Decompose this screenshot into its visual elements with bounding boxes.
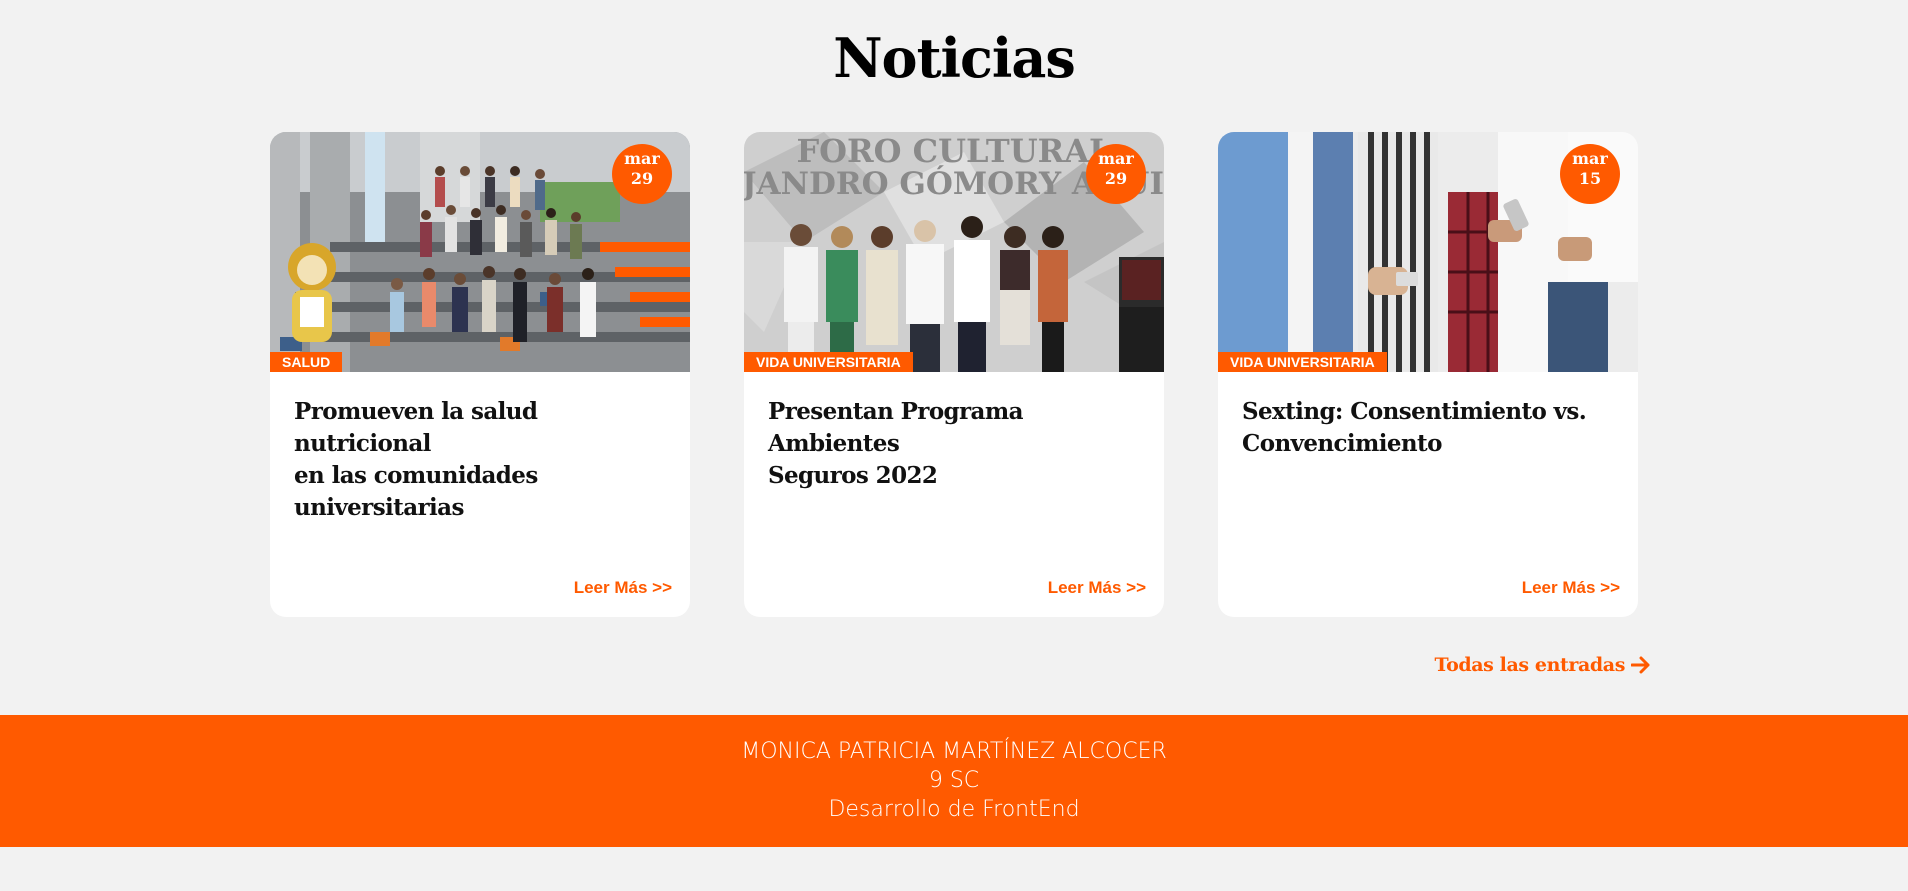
date-day: 29 [1104,169,1128,188]
category-tag[interactable]: VIDA UNIVERSITARIA [744,352,913,372]
date-day: 15 [1578,169,1602,188]
news-cards: mar 29 SALUD Promueven la salud nutricio… [270,132,1638,617]
news-card[interactable]: mar 15 VIDA UNIVERSITARIA Sexting: Conse… [1218,132,1638,617]
date-day: 29 [630,169,654,188]
venue-sign-line1: FORO CULTURAL [796,132,1111,170]
date-badge: mar 29 [612,144,672,204]
date-month: mar [624,149,660,168]
date-month: mar [1098,149,1134,168]
all-entries-link[interactable]: Todas las entradas [1435,654,1651,676]
card-title[interactable]: Presentan Programa Ambientes Seguros 202… [768,396,1146,492]
news-card[interactable]: mar 29 SALUD Promueven la salud nutricio… [270,132,690,617]
news-image[interactable]: FORO CULTURAL ALEJANDRO GÓMORY AGUILAR m… [744,132,1164,372]
read-more-link[interactable]: Leer Más >> [1048,578,1146,598]
footer-author: MONICA PATRICIA MARTÍNEZ ALCOCER [741,739,1167,764]
date-badge: mar 15 [1560,144,1620,204]
footer-group: 9 SC [928,768,980,793]
card-title[interactable]: Promueven la salud nutricional en las co… [294,396,672,524]
card-title[interactable]: Sexting: Consentimiento vs. Convencimien… [1242,396,1620,460]
read-more-link[interactable]: Leer Más >> [1522,578,1620,598]
news-card[interactable]: FORO CULTURAL ALEJANDRO GÓMORY AGUILAR m… [744,132,1164,617]
category-tag[interactable]: SALUD [270,352,343,372]
read-more-link[interactable]: Leer Más >> [574,578,672,598]
footer: MONICA PATRICIA MARTÍNEZ ALCOCER 9 SC De… [0,715,1908,847]
news-image[interactable]: mar 29 SALUD [270,132,690,372]
page-title: Noticias [833,26,1076,90]
arrow-right-icon [1631,656,1651,674]
footer-course: Desarrollo de FrontEnd [828,797,1080,822]
all-entries-label: Todas las entradas [1434,654,1626,676]
date-month: mar [1572,149,1608,168]
category-tag[interactable]: VIDA UNIVERSITARIA [1218,352,1387,372]
news-image[interactable]: mar 15 VIDA UNIVERSITARIA [1218,132,1638,372]
date-badge: mar 29 [1086,144,1146,204]
